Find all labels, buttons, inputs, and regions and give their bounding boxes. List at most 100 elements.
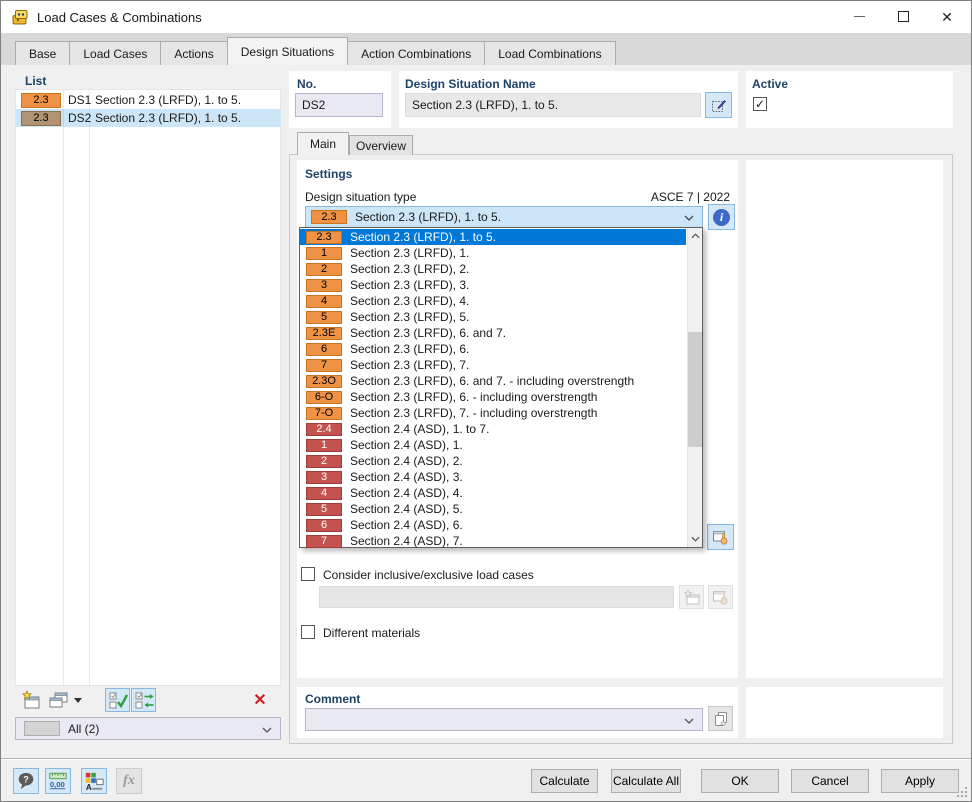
minimize-button[interactable] — [837, 2, 881, 31]
dropdown-option-label: Section 2.3 (LRFD), 3. — [350, 278, 469, 292]
dropdown-option[interactable]: 2.3E Section 2.3 (LRFD), 6. and 7. — [300, 325, 686, 341]
list-filter-combobox[interactable]: All (2) — [15, 717, 281, 740]
type-badge: 2 — [306, 455, 342, 468]
dropdown-option-label: Section 2.3 (LRFD), 7. — [350, 358, 469, 372]
dropdown-option[interactable]: 6-O Section 2.3 (LRFD), 6. - including o… — [300, 389, 686, 405]
inclusive-load-cases-label: Consider inclusive/exclusive load cases — [323, 568, 534, 582]
list-row[interactable]: 2.3 DS2 Section 2.3 (LRFD), 1. to 5. — [15, 109, 281, 127]
dropdown-option[interactable]: 4 Section 2.3 (LRFD), 4. — [300, 293, 686, 309]
situation-name: Section 2.3 (LRFD), 1. to 5. — [95, 93, 241, 107]
tab-load-combinations[interactable]: Load Combinations — [484, 41, 615, 65]
dropdown-option[interactable]: 3 Section 2.3 (LRFD), 3. — [300, 277, 686, 293]
calculate-button[interactable]: Calculate — [531, 769, 598, 793]
situation-name: Section 2.3 (LRFD), 1. to 5. — [95, 111, 241, 125]
display-settings-button[interactable]: A — [81, 768, 107, 794]
units-ruler-icon: 0,00 — [48, 771, 68, 791]
invert-activation-button[interactable] — [131, 688, 156, 712]
dropdown-option[interactable]: 2 Section 2.3 (LRFD), 2. — [300, 261, 686, 277]
tab-main[interactable]: Main — [297, 132, 349, 155]
type-badge: 5 — [306, 503, 342, 516]
tab-load-cases[interactable]: Load Cases — [69, 41, 161, 65]
tab-design-situations[interactable]: Design Situations — [227, 37, 348, 65]
scroll-down-button[interactable] — [688, 531, 702, 547]
scrollbar-thumb[interactable] — [688, 332, 702, 447]
maximize-button[interactable] — [881, 2, 925, 31]
chevron-up-icon — [691, 233, 700, 239]
list-rows: 2.3 DS1 Section 2.3 (LRFD), 1. to 5. 2.3… — [15, 91, 281, 127]
type-badge: 5 — [306, 311, 342, 324]
new-inclusive-entry-button[interactable] — [679, 585, 704, 609]
comment-combobox[interactable] — [305, 708, 703, 731]
ok-button[interactable]: OK — [701, 769, 779, 793]
name-input[interactable]: Section 2.3 (LRFD), 1. to 5. — [405, 93, 701, 117]
different-materials-checkbox[interactable] — [301, 625, 315, 639]
situation-id: DS2 — [68, 111, 95, 125]
dropdown-scrollbar[interactable] — [687, 228, 702, 547]
calculate-all-button[interactable]: Calculate All — [611, 769, 681, 793]
dropdown-option[interactable]: 7 Section 2.3 (LRFD), 7. — [300, 357, 686, 373]
delete-design-situation-button[interactable]: ✕ — [247, 688, 273, 712]
close-button[interactable]: ✕ — [925, 2, 969, 31]
type-info-button[interactable]: i — [708, 204, 735, 230]
filter-color-swatch — [24, 721, 60, 736]
dropdown-option[interactable]: 6 Section 2.3 (LRFD), 6. — [300, 341, 686, 357]
dropdown-option[interactable]: 2 Section 2.4 (ASD), 2. — [300, 453, 686, 469]
svg-text:?: ? — [23, 774, 29, 784]
apply-button[interactable]: Apply — [881, 769, 959, 793]
dropdown-option-label: Section 2.4 (ASD), 1. to 7. — [350, 422, 489, 436]
dropdown-option-label: Section 2.3 (LRFD), 1. — [350, 246, 469, 260]
dropdown-option[interactable]: 7 Section 2.4 (ASD), 7. — [300, 533, 686, 549]
close-icon: ✕ — [941, 10, 953, 24]
activate-all-button[interactable] — [105, 688, 130, 712]
name-label: Design Situation Name — [405, 77, 536, 91]
design-situation-type-combobox[interactable]: 2.3 Section 2.3 (LRFD), 1. to 5. — [305, 206, 703, 228]
app-icon — [11, 8, 29, 26]
design-situation-type-dropdown: 2.3 Section 2.3 (LRFD), 1. to 5. 1 Secti… — [299, 227, 703, 548]
list-row[interactable]: 2.3 DS1 Section 2.3 (LRFD), 1. to 5. — [15, 91, 281, 109]
formula-button[interactable]: fx — [116, 768, 142, 794]
active-checkbox[interactable]: ✓ — [753, 97, 767, 111]
dropdown-option[interactable]: 5 Section 2.3 (LRFD), 5. — [300, 309, 686, 325]
inclusive-load-cases-field[interactable] — [319, 586, 674, 608]
new-design-situation-button[interactable] — [19, 688, 44, 712]
type-badge: 1 — [306, 247, 342, 260]
dropdown-option[interactable]: 5 Section 2.4 (ASD), 5. — [300, 501, 686, 517]
copy-options-dropdown-button[interactable] — [71, 688, 85, 712]
dropdown-option-label: Section 2.4 (ASD), 6. — [350, 518, 463, 532]
info-icon: i — [713, 209, 730, 226]
svg-text:0,00: 0,00 — [50, 780, 65, 789]
copy-comment-button[interactable] — [708, 706, 733, 731]
dropdown-option[interactable]: 1 Section 2.4 (ASD), 1. — [300, 437, 686, 453]
type-badge: 2.4 — [306, 423, 342, 436]
dropdown-option[interactable]: 3 Section 2.4 (ASD), 3. — [300, 469, 686, 485]
units-settings-button[interactable]: 0,00 — [45, 768, 71, 794]
dropdown-option[interactable]: 4 Section 2.4 (ASD), 4. — [300, 485, 686, 501]
type-badge: 7 — [306, 359, 342, 372]
dropdown-option[interactable]: 6 Section 2.4 (ASD), 6. — [300, 517, 686, 533]
dropdown-option[interactable]: 2.3 Section 2.3 (LRFD), 1. to 5. — [300, 229, 686, 245]
no-panel: No. DS2 — [289, 71, 391, 128]
type-badge: 6 — [306, 519, 342, 532]
tab-overview[interactable]: Overview — [349, 135, 413, 155]
help-button[interactable]: ? — [13, 768, 39, 794]
type-badge: 2.3 — [306, 231, 342, 244]
inclusive-load-cases-checkbox[interactable] — [301, 567, 315, 581]
dropdown-option[interactable]: 7-O Section 2.3 (LRFD), 7. - including o… — [300, 405, 686, 421]
dropdown-option-label: Section 2.3 (LRFD), 1. to 5. — [350, 230, 496, 244]
minimize-icon — [854, 16, 865, 17]
cancel-button[interactable]: Cancel — [791, 769, 869, 793]
resize-grip[interactable] — [956, 786, 968, 798]
active-label: Active — [752, 77, 788, 91]
tab-base[interactable]: Base — [15, 41, 70, 65]
tab-action-combinations[interactable]: Action Combinations — [347, 41, 485, 65]
copy-design-situation-button[interactable] — [46, 688, 71, 712]
edit-name-button[interactable] — [705, 92, 732, 118]
scroll-up-button[interactable] — [688, 228, 702, 244]
dropdown-option[interactable]: 2.4 Section 2.4 (ASD), 1. to 7. — [300, 421, 686, 437]
dropdown-option-label: Section 2.4 (ASD), 3. — [350, 470, 463, 484]
tab-actions[interactable]: Actions — [160, 41, 227, 65]
edit-inclusive-entry-button[interactable] — [708, 585, 733, 609]
dropdown-option[interactable]: 2.3O Section 2.3 (LRFD), 6. and 7. - inc… — [300, 373, 686, 389]
dropdown-option[interactable]: 1 Section 2.3 (LRFD), 1. — [300, 245, 686, 261]
edit-design-situation-button[interactable] — [707, 524, 734, 550]
